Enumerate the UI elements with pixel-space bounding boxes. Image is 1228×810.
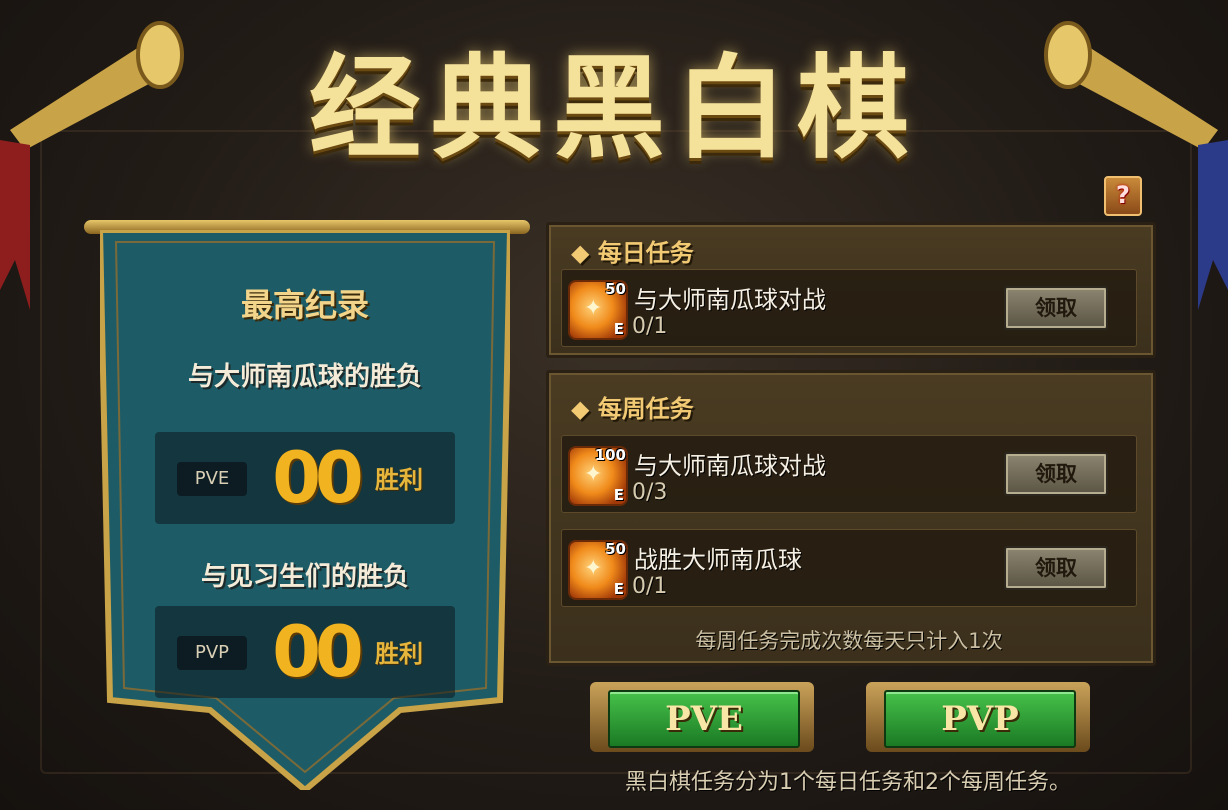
footer-note: 黑白棋任务分为1个每日任务和2个每周任务。: [625, 770, 1071, 795]
reward-medal-icon: 100 ✦ E: [568, 446, 628, 506]
quest-progress: 0/1: [632, 574, 668, 599]
daily-heading: ◆ 每日任务: [571, 239, 694, 267]
record-banner: 最高纪录 与大师南瓜球的胜负 PVE 00 胜利 与见习生们的胜负 PVP 00…: [100, 230, 510, 790]
pvp-win-label: 胜利: [375, 640, 423, 668]
claim-button[interactable]: 领取: [1004, 452, 1108, 496]
quest-name: 与大师南瓜球对战: [634, 452, 826, 480]
pvp-button[interactable]: PVP: [866, 682, 1090, 752]
quest-progress: 0/3: [632, 480, 668, 505]
medal-letter: E: [613, 580, 624, 598]
quest-progress: 0/1: [632, 314, 668, 339]
claim-button[interactable]: 领取: [1004, 286, 1108, 330]
pve-button-label[interactable]: PVE: [608, 690, 800, 748]
star-icon: ✦: [584, 296, 603, 321]
claim-button[interactable]: 领取: [1004, 546, 1108, 590]
pvp-score-row: PVP 00 胜利: [155, 606, 455, 698]
weekly-quest-item: 100 ✦ E 与大师南瓜球对战 0/3 领取: [561, 435, 1137, 513]
star-icon: ✦: [584, 556, 603, 581]
reward-medal-icon: 50 ✦ E: [568, 540, 628, 600]
game-title: 经典黑白棋: [309, 43, 919, 174]
weekly-quest-panel: ◆ 每周任务 100 ✦ E 与大师南瓜球对战 0/3 领取 50 ✦ E 战胜…: [546, 370, 1156, 666]
reward-amount: 50: [605, 540, 626, 558]
pve-score-row: PVE 00 胜利: [155, 432, 455, 524]
weekly-note: 每周任务完成次数每天只计入1次: [695, 629, 1003, 653]
pve-tag: PVE: [177, 462, 247, 496]
pvp-button-label[interactable]: PVP: [884, 690, 1076, 748]
daily-quest-item: 50 ✦ E 与大师南瓜球对战 0/1 领取: [561, 269, 1137, 347]
record-heading: 最高纪录: [240, 286, 369, 324]
weekly-quest-item: 50 ✦ E 战胜大师南瓜球 0/1 领取: [561, 529, 1137, 607]
pve-button[interactable]: PVE: [590, 682, 814, 752]
medal-letter: E: [613, 486, 624, 504]
reward-amount: 50: [605, 280, 626, 298]
vs-apprentice-label: 与见习生们的胜负: [200, 562, 409, 592]
pvp-score: 00: [272, 611, 363, 693]
star-icon: ✦: [584, 462, 603, 487]
daily-quest-panel: ◆ 每日任务 50 ✦ E 与大师南瓜球对战 0/1 领取: [546, 222, 1156, 358]
vs-master-label: 与大师南瓜球的胜负: [187, 362, 422, 392]
pve-win-label: 胜利: [375, 466, 423, 494]
quest-name: 战胜大师南瓜球: [634, 546, 802, 574]
weekly-heading: ◆ 每周任务: [571, 395, 694, 423]
reward-medal-icon: 50 ✦ E: [568, 280, 628, 340]
pvp-tag: PVP: [177, 636, 247, 670]
help-book-icon[interactable]: ?: [1104, 176, 1142, 216]
medal-letter: E: [613, 320, 624, 338]
quest-name: 与大师南瓜球对战: [634, 286, 826, 314]
pve-score: 00: [272, 437, 363, 519]
